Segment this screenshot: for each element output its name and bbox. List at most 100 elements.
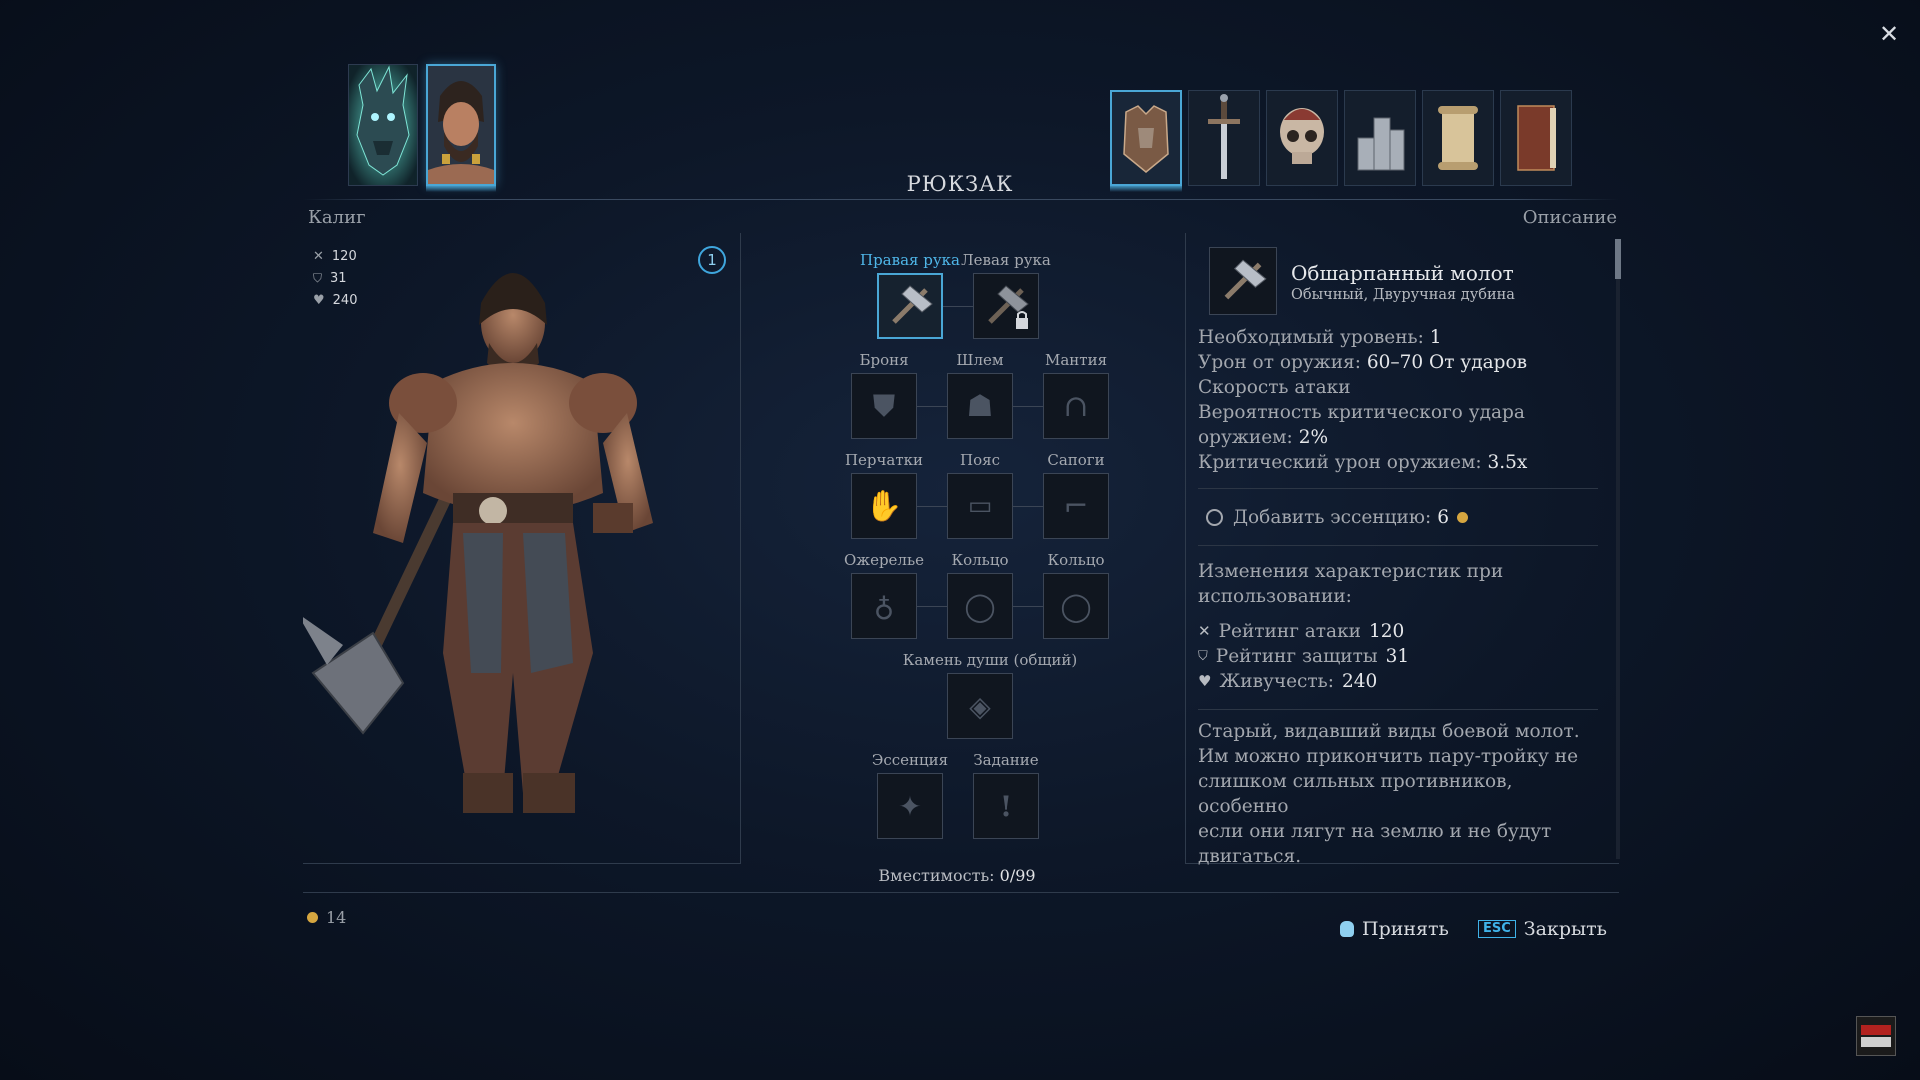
belt-placeholder-icon: ▭ [967,491,993,521]
attack-speed-line: Скорость атаки [1198,377,1351,398]
slot-label-essence: Эссенция [871,751,949,769]
hammer-locked-icon [988,285,1029,329]
slot-connector [943,306,973,307]
stat-vitality: ♥ 240 [313,289,357,311]
crossed-swords-icon: ✕ [313,248,324,264]
change-vitality: ♥ Живучесть: 240 [1198,669,1608,694]
armor-placeholder-icon: ⛊ [872,388,896,424]
slot-label-armor: Броня [859,351,909,369]
description-scrollbar-thumb[interactable] [1615,239,1621,279]
slot-quest[interactable]: ! [973,773,1039,839]
stat-changes-title-2: использовании: [1198,586,1352,607]
stat-defense: ⛉ 31 [313,267,357,289]
gloves-placeholder-icon: ✋ [865,488,903,524]
item-type: Обычный, Двуручная дубина [1291,287,1515,303]
change-vitality-label: Живучесть: [1219,671,1334,692]
lore-line: если они лягут на землю и не будут [1198,821,1552,842]
slot-left-hand[interactable] [973,273,1039,339]
lore-line: Им можно прикончить пару-тройку не [1198,746,1579,767]
ring-placeholder-icon: ◯ [1060,589,1092,623]
slot-essence[interactable]: ✦ [877,773,943,839]
crit-chance-value: 2% [1298,427,1329,448]
boots-placeholder-icon: ⌐ [1063,488,1089,524]
skull-icon [1280,108,1324,164]
portrait-kalig[interactable] [426,64,496,186]
accept-button[interactable]: Принять [1340,918,1449,940]
slot-ring-2[interactable]: ◯ [1043,573,1109,639]
hammer-icon [892,285,933,324]
stat-attack-value: 120 [331,248,357,264]
heart-icon: ♥ [1198,672,1212,690]
sword-icon [1208,94,1240,179]
required-level-value: 1 [1429,327,1442,348]
slot-belt[interactable]: ▭ [947,473,1013,539]
stat-vitality-value: 240 [332,292,358,308]
helmet-placeholder-icon: ☗ [966,388,994,424]
item-icon-frame [1209,247,1277,315]
divider [1198,488,1598,489]
slot-boots[interactable]: ⌐ [1043,473,1109,539]
item-name: Обшарпанный молот [1291,261,1514,285]
character-stats: ✕ 120 ⛉ 31 ♥ 240 [313,245,357,311]
change-defense-label: Рейтинг защиты [1215,646,1378,667]
coin-stacks-icon [1357,117,1405,171]
slot-connector [917,506,947,507]
necklace-placeholder-icon: ♁ [873,589,895,623]
description-scrollbar[interactable] [1616,239,1620,859]
scroll-icon [1438,106,1478,170]
header-divider [303,199,1619,200]
character-model [303,273,653,813]
stat-defense-value: 31 [330,270,347,286]
slot-connector [1013,506,1043,507]
level-points-badge[interactable]: 1 [698,246,726,274]
empty-circle-icon [1206,509,1223,526]
channel-watermark [1856,1016,1896,1056]
slot-connector [1013,606,1043,607]
add-essence-value: 6 [1437,507,1449,528]
divider [1198,545,1598,546]
portrait-undead-hero[interactable] [348,64,418,186]
shield-icon: ⛉ [1198,649,1208,664]
change-attack-value: 120 [1368,621,1405,642]
heart-icon: ♥ [313,292,325,308]
slot-armor[interactable]: ⛊ [851,373,917,439]
slot-label-necklace: Ожерелье [843,551,925,569]
capacity-label: Вместимость: [878,866,995,885]
close-window-button[interactable]: ✕ [1875,20,1903,48]
slot-right-hand[interactable] [877,273,943,339]
accept-label: Принять [1362,918,1449,940]
slot-connector [917,606,947,607]
slot-label-right-hand: Правая рука [860,251,960,269]
item-stats: Необходимый уровень: 1 Урон от оружия: 6… [1198,325,1608,475]
change-vitality-value: 240 [1341,671,1378,692]
stat-attack: ✕ 120 [313,245,357,267]
lore-line: двигаться. [1198,846,1302,867]
stat-changes: Изменения характеристик при использовани… [1198,559,1608,694]
required-level-line: Необходимый уровень: 1 [1198,325,1608,350]
slot-necklace[interactable]: ♁ [851,573,917,639]
crit-chance-label-line: Вероятность критического удара [1198,402,1525,423]
slot-connector [917,406,947,407]
hammer-icon [1224,259,1267,300]
damage-value: 60–70 От ударов [1366,352,1528,373]
lore-line: Старый, видавший виды боевой молот. [1198,721,1580,742]
change-attack-label: Рейтинг атаки [1218,621,1361,642]
mouse-icon [1340,921,1354,937]
slot-cloak[interactable]: ∩ [1043,373,1109,439]
gold-counter: 14 [307,908,346,927]
esc-key-icon: ESC [1478,920,1516,938]
crossed-swords-icon: ✕ [1198,622,1211,640]
character-panel: ✕ 120 ⛉ 31 ♥ 240 [303,233,741,864]
slot-soulstone[interactable]: ◈ [947,673,1013,739]
close-button[interactable]: ESC Закрыть [1478,918,1607,940]
slot-label-ring-1: Кольцо [951,551,1009,569]
slot-ring-1[interactable]: ◯ [947,573,1013,639]
lore-line: слишком сильных противников, особенно [1198,771,1513,817]
capacity: Вместимость: 0/99 [870,866,1044,885]
add-essence-button[interactable]: Добавить эссенцию: 6 [1206,505,1468,530]
slot-helmet[interactable]: ☗ [947,373,1013,439]
essence-coin-icon [1457,512,1468,523]
slot-label-gloves: Перчатки [844,451,924,469]
slot-gloves[interactable]: ✋ [851,473,917,539]
change-attack-rating: ✕ Рейтинг атаки 120 [1198,619,1608,644]
